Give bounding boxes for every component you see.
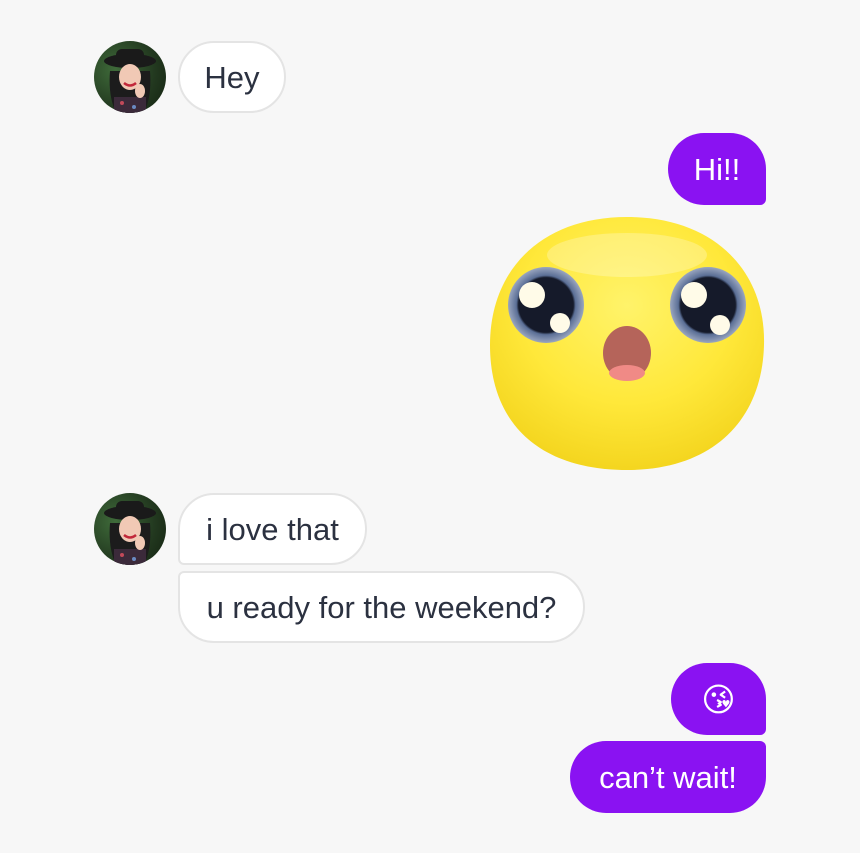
incoming-message[interactable]: u ready for the weekend? <box>178 571 585 643</box>
outgoing-emoji-message[interactable]: 😘 <box>671 663 766 735</box>
contact-avatar[interactable] <box>94 493 166 565</box>
surprised-face-sticker[interactable] <box>488 215 766 472</box>
incoming-message[interactable]: i love that <box>178 493 367 565</box>
surprised-face-icon <box>490 217 765 470</box>
incoming-message[interactable]: Hey <box>178 41 286 113</box>
outgoing-message[interactable]: Hi!! <box>668 133 766 205</box>
outgoing-message[interactable]: can’t wait! <box>570 741 766 813</box>
contact-avatar[interactable] <box>94 41 166 113</box>
avatar-photo <box>104 49 156 113</box>
avatar-photo <box>104 501 156 565</box>
